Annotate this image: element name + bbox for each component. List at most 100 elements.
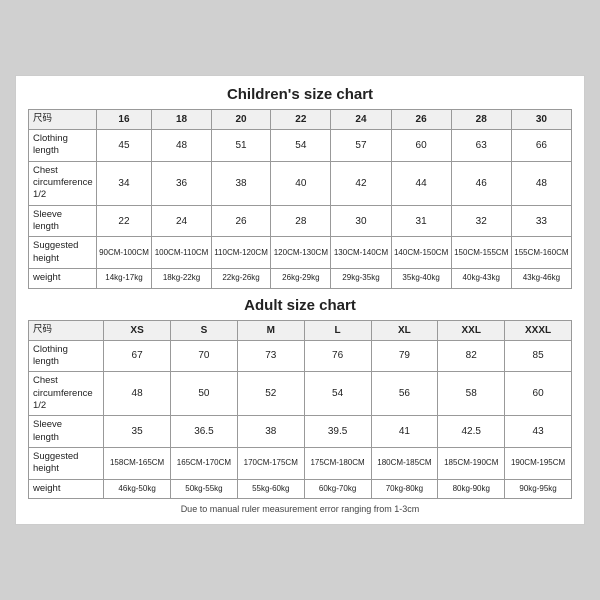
table-cell: 80kg-90kg: [438, 479, 505, 498]
table-cell: 170CM-175CM: [237, 447, 304, 479]
table-cell: 175CM-180CM: [304, 447, 371, 479]
table-cell: 30: [331, 205, 391, 237]
table-cell: 60: [505, 372, 572, 416]
table-row: weight14kg-17kg18kg-22kg22kg-26kg26kg-29…: [29, 269, 572, 288]
table-cell: 52: [237, 372, 304, 416]
adult-col-header: XXL: [438, 320, 505, 340]
table-cell: 54: [304, 372, 371, 416]
children-table: 尺码1618202224262830 Clothing length454851…: [28, 109, 572, 288]
table-cell: 100CM-110CM: [152, 237, 212, 269]
table-cell: 36: [152, 161, 212, 205]
table-row: Clothing length67707376798285: [29, 340, 572, 372]
adult-col-header: 尺码: [29, 320, 104, 340]
table-cell: 66: [511, 130, 571, 162]
table-cell: 63: [451, 130, 511, 162]
table-cell: 18kg-22kg: [152, 269, 212, 288]
children-col-header: 16: [96, 110, 152, 130]
table-cell: 73: [237, 340, 304, 372]
table-cell: 85: [505, 340, 572, 372]
table-row: Sleeve length2224262830313233: [29, 205, 572, 237]
table-cell: 90kg-95kg: [505, 479, 572, 498]
table-cell: 150CM-155CM: [451, 237, 511, 269]
row-label: Suggested height: [29, 447, 104, 479]
adult-col-header: XS: [104, 320, 171, 340]
table-row: Suggested height158CM-165CM165CM-170CM17…: [29, 447, 572, 479]
table-cell: 26: [211, 205, 271, 237]
table-cell: 36.5: [171, 416, 238, 448]
table-row: Chest circumference 1/248505254565860: [29, 372, 572, 416]
row-label: Clothing length: [29, 340, 104, 372]
row-label: Chest circumference 1/2: [29, 161, 97, 205]
adult-col-header: S: [171, 320, 238, 340]
table-cell: 22kg-26kg: [211, 269, 271, 288]
table-cell: 180CM-185CM: [371, 447, 438, 479]
table-cell: 41: [371, 416, 438, 448]
adult-col-header: XL: [371, 320, 438, 340]
row-label: Clothing length: [29, 130, 97, 162]
adult-col-header: XXXL: [505, 320, 572, 340]
table-cell: 46kg-50kg: [104, 479, 171, 498]
children-col-header: 20: [211, 110, 271, 130]
table-row: weight46kg-50kg50kg-55kg55kg-60kg60kg-70…: [29, 479, 572, 498]
table-cell: 60: [391, 130, 451, 162]
table-row: Chest circumference 1/23436384042444648: [29, 161, 572, 205]
table-cell: 45: [96, 130, 152, 162]
table-cell: 158CM-165CM: [104, 447, 171, 479]
table-cell: 48: [104, 372, 171, 416]
table-cell: 110CM-120CM: [211, 237, 271, 269]
footnote: Due to manual ruler measurement error ra…: [28, 504, 572, 514]
table-cell: 140CM-150CM: [391, 237, 451, 269]
table-cell: 58: [438, 372, 505, 416]
table-cell: 48: [511, 161, 571, 205]
table-cell: 50: [171, 372, 238, 416]
table-cell: 28: [271, 205, 331, 237]
table-cell: 79: [371, 340, 438, 372]
table-cell: 57: [331, 130, 391, 162]
row-label: weight: [29, 479, 104, 498]
children-col-header: 22: [271, 110, 331, 130]
size-chart-container: Children's size chart 尺码1618202224262830…: [15, 75, 585, 525]
table-cell: 70kg-80kg: [371, 479, 438, 498]
table-cell: 130CM-140CM: [331, 237, 391, 269]
table-row: Suggested height90CM-100CM100CM-110CM110…: [29, 237, 572, 269]
table-cell: 24: [152, 205, 212, 237]
table-row: Clothing length4548515457606366: [29, 130, 572, 162]
table-cell: 38: [211, 161, 271, 205]
table-cell: 34: [96, 161, 152, 205]
children-col-header: 30: [511, 110, 571, 130]
table-cell: 51: [211, 130, 271, 162]
children-col-header: 28: [451, 110, 511, 130]
row-label: Sleeve length: [29, 205, 97, 237]
table-cell: 76: [304, 340, 371, 372]
table-cell: 155CM-160CM: [511, 237, 571, 269]
table-cell: 33: [511, 205, 571, 237]
table-cell: 165CM-170CM: [171, 447, 238, 479]
table-cell: 40kg-43kg: [451, 269, 511, 288]
table-cell: 185CM-190CM: [438, 447, 505, 479]
table-cell: 38: [237, 416, 304, 448]
table-cell: 43: [505, 416, 572, 448]
table-cell: 35: [104, 416, 171, 448]
table-cell: 82: [438, 340, 505, 372]
children-col-header: 24: [331, 110, 391, 130]
table-cell: 54: [271, 130, 331, 162]
children-col-header: 26: [391, 110, 451, 130]
table-cell: 56: [371, 372, 438, 416]
table-cell: 35kg-40kg: [391, 269, 451, 288]
table-cell: 44: [391, 161, 451, 205]
table-cell: 29kg-35kg: [331, 269, 391, 288]
adult-title: Adult size chart: [28, 297, 572, 314]
table-cell: 60kg-70kg: [304, 479, 371, 498]
children-title: Children's size chart: [28, 86, 572, 103]
table-cell: 32: [451, 205, 511, 237]
table-cell: 43kg-46kg: [511, 269, 571, 288]
table-cell: 120CM-130CM: [271, 237, 331, 269]
table-cell: 90CM-100CM: [96, 237, 152, 269]
adult-col-header: L: [304, 320, 371, 340]
children-col-header: 尺码: [29, 110, 97, 130]
row-label: weight: [29, 269, 97, 288]
table-cell: 42.5: [438, 416, 505, 448]
row-label: Sleeve length: [29, 416, 104, 448]
table-cell: 14kg-17kg: [96, 269, 152, 288]
row-label: Suggested height: [29, 237, 97, 269]
